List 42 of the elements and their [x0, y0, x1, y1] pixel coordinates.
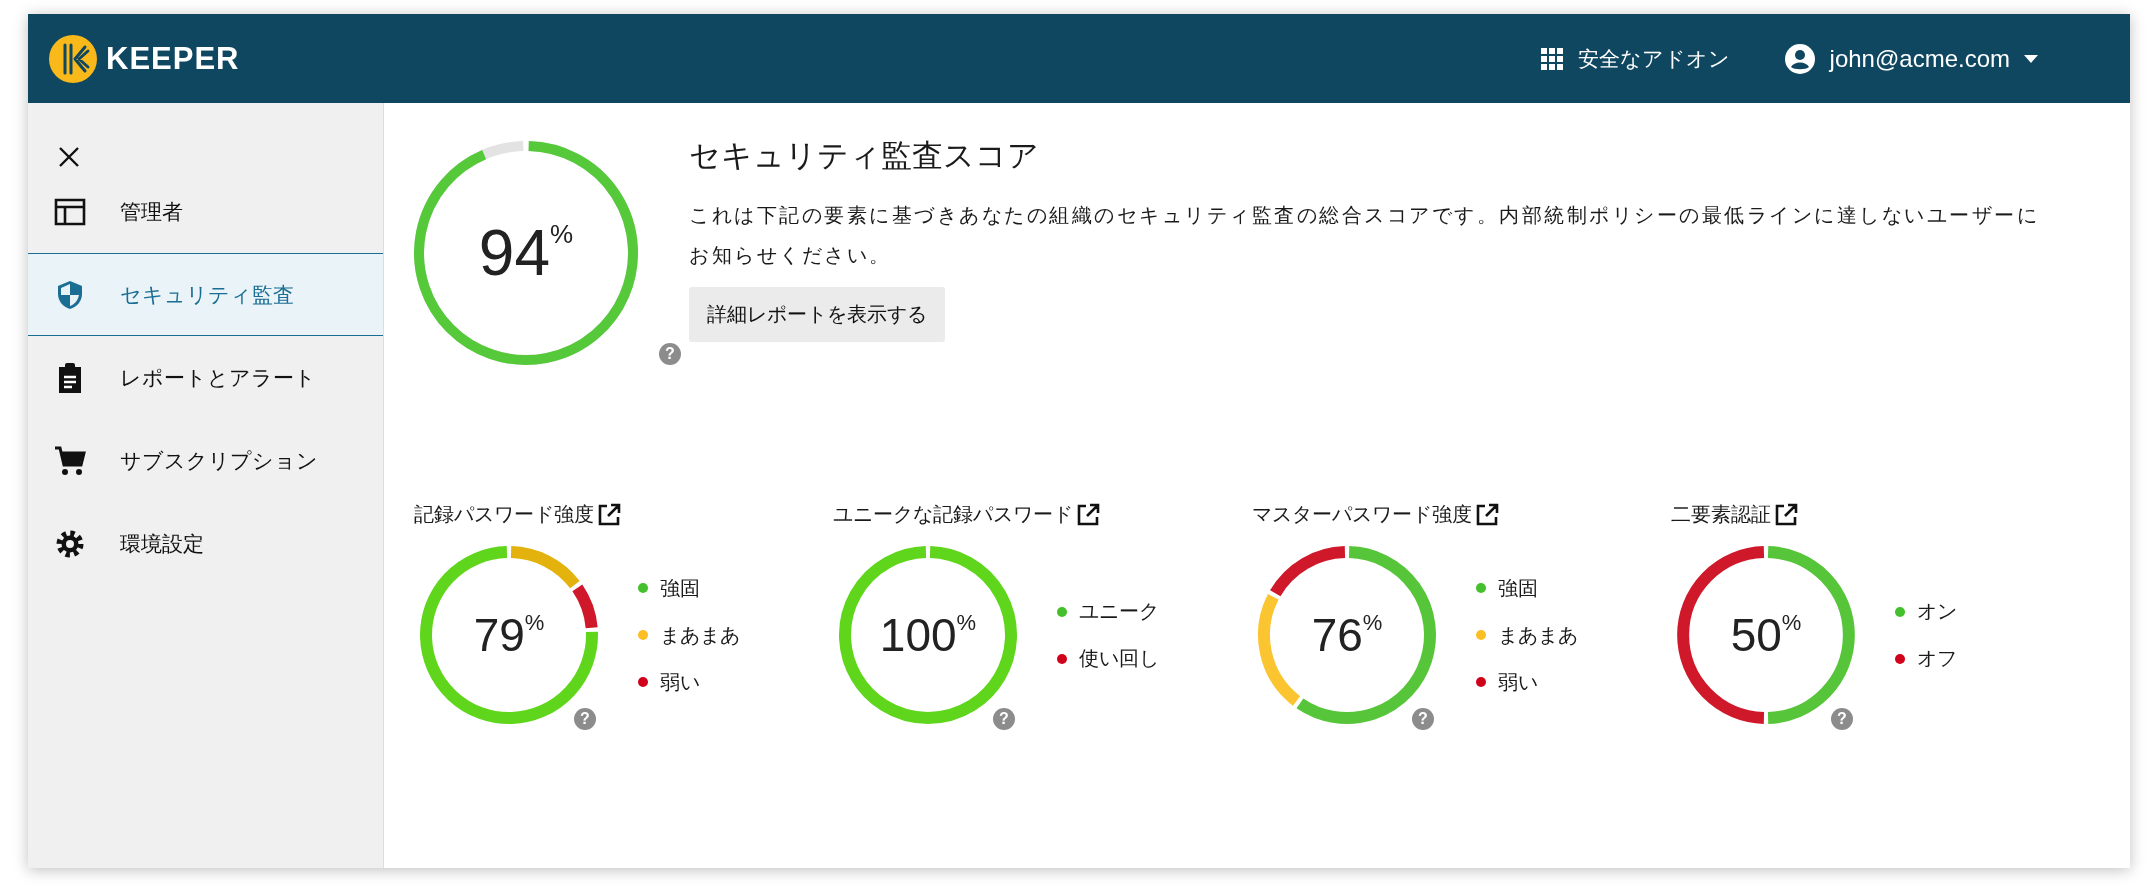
legend-label: オン — [1917, 599, 1957, 624]
logo-icon — [48, 33, 98, 84]
cart-icon — [54, 445, 86, 476]
external-link-icon[interactable] — [1774, 502, 1798, 527]
gauge-title: 二要素認証 — [1671, 502, 1771, 527]
legend-label: 使い回し — [1079, 646, 1159, 671]
external-link-icon[interactable] — [597, 502, 621, 527]
gauge-value: 76$^{%}$ — [1311, 612, 1383, 658]
sidebar-item[interactable]: レポートとアラート — [28, 336, 383, 419]
user-icon — [1783, 42, 1816, 75]
external-link-icon[interactable] — [1076, 502, 1100, 527]
legend-label: 弱い — [1498, 669, 1538, 695]
legend-label: オフ — [1917, 646, 1957, 671]
legend-label: まあまあ — [1498, 622, 1578, 648]
score-title: セキュリティ監査スコア — [689, 137, 1040, 175]
external-link-icon[interactable] — [1475, 502, 1499, 527]
account-menu[interactable]: john@acme.com — [1783, 42, 2038, 75]
layout-icon — [54, 197, 86, 226]
gauge-value: 50$^{%}$ — [1730, 612, 1802, 658]
caret-icon — [2024, 54, 2038, 63]
addons-button[interactable]: 安全なアドオン — [1539, 44, 1730, 73]
gauge-value: 100$^{%}$ — [879, 612, 977, 658]
gauge-title: ユニークな記録パスワード — [833, 502, 1073, 527]
legend-label: まあまあ — [660, 622, 740, 648]
report-button[interactable]: 詳細レポートを表示する — [689, 287, 945, 342]
gauge-title: マスターパスワード強度 — [1252, 502, 1472, 527]
legend-label: 強固 — [1498, 575, 1538, 601]
sidebar-item[interactable]: セキュリティ監査 — [28, 253, 383, 336]
sidebar-item[interactable]: サブスクリプション — [28, 419, 383, 502]
grid-icon — [1539, 46, 1564, 71]
gear-icon — [54, 528, 86, 559]
logo-text: KEEPER — [106, 40, 240, 77]
gauge-value: 79$^{%}$ — [473, 612, 545, 658]
score-description: これは下記の要素に基づきあなたの組織のセキュリティ監査の総合スコアです。内部統制ポリシーの最低ラインに達しないユーザーにお知らせください。 — [689, 203, 2040, 268]
legend-label: 弱い — [660, 669, 700, 695]
sidebar-item[interactable]: 環境設定 — [28, 502, 383, 585]
sidebar-item[interactable]: 管理者 — [28, 170, 383, 253]
close-icon — [58, 146, 80, 168]
gauge-title: 記録パスワード強度 — [414, 502, 594, 527]
legend-label: ユニーク — [1079, 599, 1159, 624]
score-value: 94$^{%}$ — [478, 221, 574, 285]
legend-label: 強固 — [660, 575, 700, 601]
